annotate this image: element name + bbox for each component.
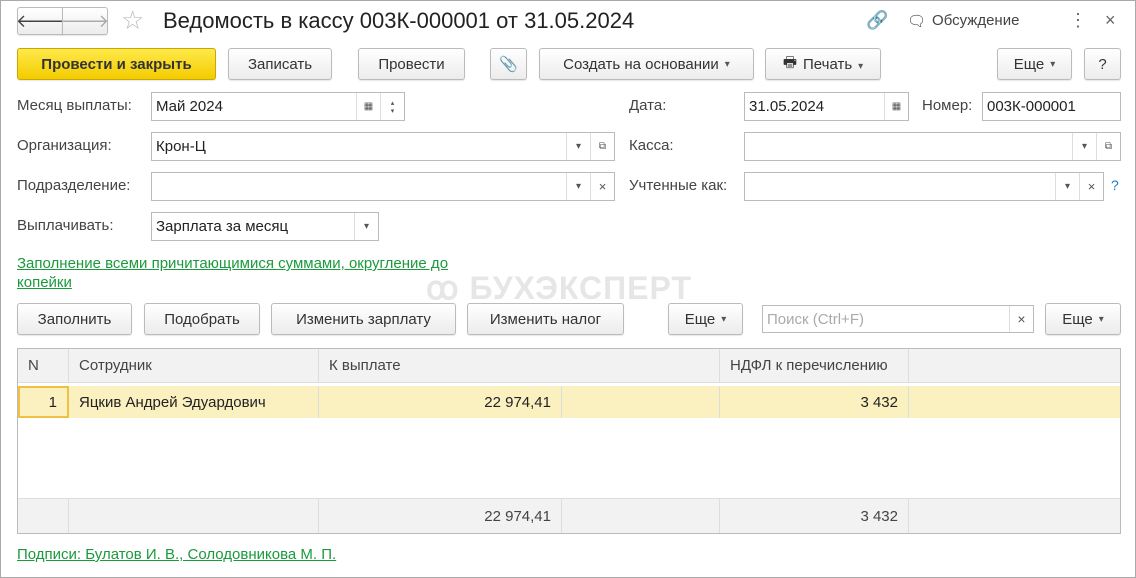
printer-icon: 🖶 [782,53,797,71]
arrow-right-icon: 🡒 [60,10,110,31]
arrow-left-icon: 🡐 [15,10,65,31]
table-row[interactable]: 1 Яцкив Андрей Эдуардович 22 974,41 3 43… [18,386,1120,418]
cash-field[interactable]: ▾ ⧉ [744,132,1121,161]
total-pay: 22 974,41 [319,499,562,533]
number-field[interactable]: 003К-000001 [982,92,1121,121]
link-icon[interactable]: 🔗 [866,10,888,31]
col-n[interactable]: N [18,349,69,382]
dropdown-icon[interactable]: ▾ [354,213,378,240]
page-title: Ведомость в кассу 003К-000001 от 31.05.2… [163,8,635,33]
more-menu-icon[interactable]: ⋮ [1069,10,1087,31]
date-label: Дата: [629,97,667,114]
fill-button[interactable]: Заполнить [17,303,132,335]
paperclip-icon: 📎 [499,56,518,73]
col-ndfl[interactable]: НДФЛ к перечислению [720,349,909,382]
month-label: Месяц выплаты: [17,97,132,114]
table-more-button-2[interactable]: Еще [1045,303,1121,335]
more-button[interactable]: Еще [997,48,1072,80]
clear-icon[interactable]: × [1079,173,1103,200]
month-field[interactable]: Май 2024 ▦ ▴ ▾ [151,92,405,121]
spin-icon[interactable]: ▴ ▾ [380,93,404,120]
signatures-link[interactable]: Подписи: Булатов И. В., Солодовникова М.… [17,546,336,563]
help-icon[interactable]: ? [1111,177,1119,193]
search-input[interactable]: Поиск (Ctrl+F) × [762,305,1034,333]
help-button[interactable]: ? [1084,48,1121,80]
close-icon[interactable]: × [1105,10,1116,31]
clear-icon[interactable]: × [1009,306,1033,332]
back-button[interactable]: 🡐 [15,7,65,35]
payroll-table: N Сотрудник К выплате НДФЛ к перечислени… [17,348,1121,534]
table-more-button[interactable]: Еще [668,303,743,335]
department-field[interactable]: ▾ × [151,172,615,201]
total-ndfl: 3 432 [720,499,909,533]
cell-employee[interactable]: Яцкив Андрей Эдуардович [69,386,319,418]
organization-label: Организация: [17,137,112,154]
pick-button[interactable]: Подобрать [144,303,260,335]
create-based-button[interactable]: Создать на основании [539,48,754,80]
forward-button[interactable]: 🡒 [60,7,110,35]
clear-icon[interactable]: × [590,173,614,200]
table-header: N Сотрудник К выплате НДФЛ к перечислени… [18,349,1120,383]
cash-label: Касса: [629,137,674,154]
comment-icon: 🗨 [907,13,927,30]
pay-type-field[interactable]: Зарплата за месяц ▾ [151,212,379,241]
attach-button[interactable]: 📎 [490,48,527,80]
open-icon[interactable]: ⧉ [1096,133,1120,160]
dropdown-icon[interactable]: ▾ [1055,173,1079,200]
watermark: ꝏ БУХЭКСПЕРТ [426,270,692,306]
accounted-field[interactable]: ▾ × [744,172,1104,201]
dropdown-icon[interactable]: ▾ [1072,133,1096,160]
calendar-icon[interactable]: ▦ [356,93,380,120]
dropdown-icon[interactable]: ▾ [566,133,590,160]
star-icon[interactable]: ☆ [121,5,144,36]
cell-ndfl[interactable]: 3 432 [720,386,909,418]
discussion-button[interactable]: 🗨 Обсуждение [907,12,1019,30]
col-pay[interactable]: К выплате [319,349,720,382]
calendar-icon[interactable]: ▦ [884,93,908,120]
table-footer: 22 974,41 3 432 [18,498,1120,533]
cell-pay[interactable]: 22 974,41 [319,386,562,418]
accounted-label: Учтенные как: [629,177,728,194]
date-field[interactable]: 31.05.2024 ▦ [744,92,909,121]
pay-label: Выплачивать: [17,217,114,234]
col-employee[interactable]: Сотрудник [69,349,319,382]
post-button[interactable]: Провести [358,48,465,80]
owl-logo-icon: ꝏ [426,270,470,306]
post-and-close-button[interactable]: Провести и закрыть [17,48,216,80]
dropdown-icon[interactable]: ▾ [566,173,590,200]
cell-n[interactable]: 1 [18,386,69,418]
open-icon[interactable]: ⧉ [590,133,614,160]
organization-field[interactable]: Крон-Ц ▾ ⧉ [151,132,615,161]
print-button[interactable]: 🖶 Печать [765,48,881,80]
save-button[interactable]: Записать [228,48,332,80]
number-label: Номер: [922,97,973,114]
department-label: Подразделение: [17,177,131,194]
change-tax-button[interactable]: Изменить налог [467,303,624,335]
change-salary-button[interactable]: Изменить зарплату [271,303,456,335]
